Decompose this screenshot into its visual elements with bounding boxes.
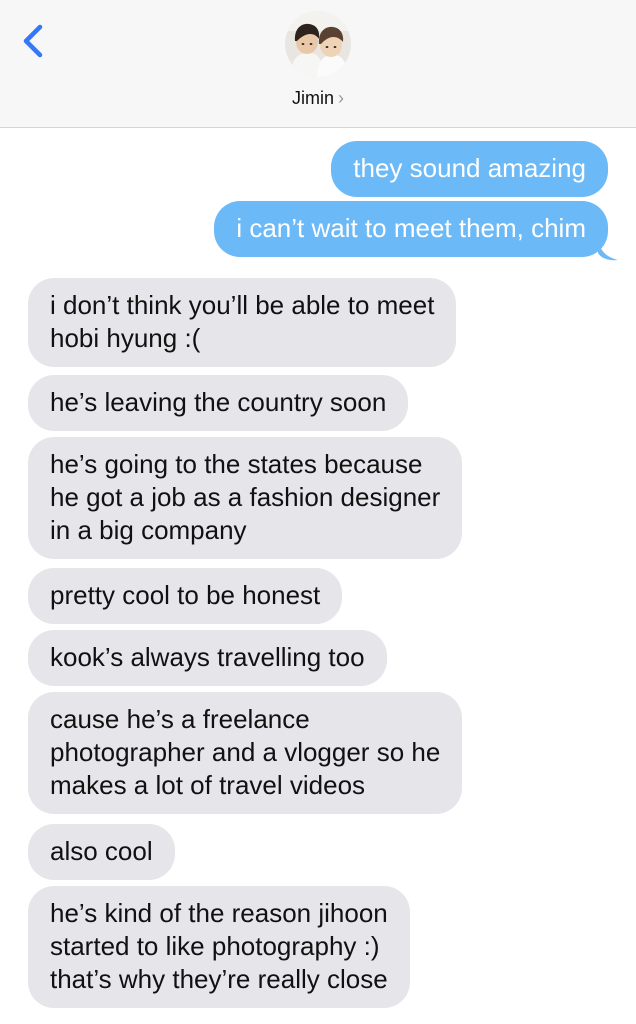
received-message-bubble[interactable]: he’s kind of the reason jihoon started t…	[28, 886, 410, 1008]
bubble-tail	[598, 239, 618, 261]
received-message-bubble[interactable]: pretty cool to be honest	[28, 568, 343, 624]
contact-avatar[interactable]	[285, 11, 351, 77]
received-message-bubble[interactable]: he’s going to the states because he got …	[28, 437, 463, 559]
contact-name-button[interactable]: Jimin ›	[0, 88, 636, 109]
contact-name: Jimin	[291, 88, 334, 108]
received-message-bubble[interactable]: also cool	[28, 824, 175, 880]
received-message-bubble[interactable]: kook’s always travelling too	[28, 630, 387, 686]
received-message-bubble[interactable]: i don’t think you’ll be able to meet hob…	[28, 278, 457, 367]
chevron-left-icon	[23, 24, 43, 58]
chevron-right-icon: ›	[338, 88, 344, 108]
received-message-bubble[interactable]: cause he’s a freelance photographer and …	[28, 692, 463, 814]
sent-message-bubble[interactable]: they sound amazing	[331, 141, 608, 197]
back-button[interactable]	[14, 20, 54, 64]
received-message-bubble[interactable]: he’s leaving the country soon	[28, 375, 409, 431]
conversation-header: Jimin ›	[0, 0, 636, 128]
message-thread[interactable]: they sound amazing i can’t wait to meet …	[0, 128, 636, 1024]
sent-message-bubble[interactable]: i can’t wait to meet them, chim	[214, 201, 608, 257]
